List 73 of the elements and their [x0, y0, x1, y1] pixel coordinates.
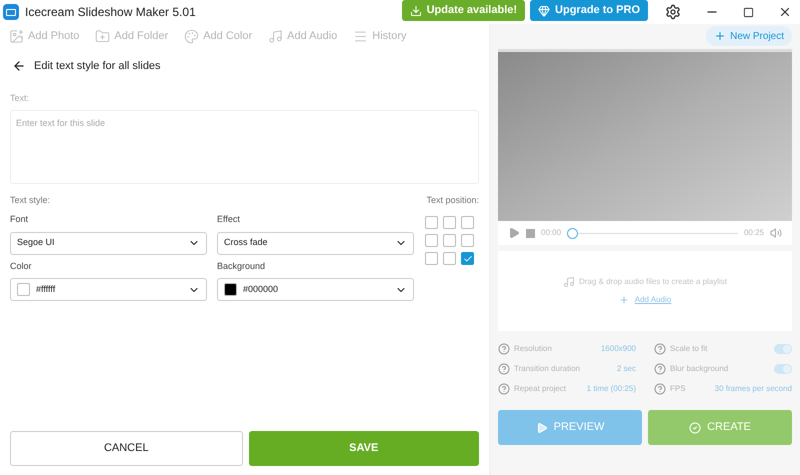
toggle-switch[interactable] — [774, 344, 792, 354]
cancel-button[interactable]: CANCEL — [10, 431, 242, 466]
upgrade-button[interactable]: Upgrade to PRO — [530, 0, 648, 21]
audio-drop-hint: Drag & drop audio files to create a playlist — [578, 276, 728, 288]
dropdown[interactable]: Segoe UI — [10, 232, 207, 254]
new-project-button[interactable]: New Project — [706, 26, 792, 46]
setting-label: Repeat project — [514, 382, 568, 394]
setting-label: Blur background — [670, 362, 730, 374]
field-label: Background — [217, 260, 266, 273]
text-label: Text: — [10, 92, 30, 105]
stop-icon[interactable] — [526, 228, 535, 238]
setting-value[interactable]: 1 time (00:25) — [586, 382, 636, 394]
position-checkbox[interactable] — [461, 252, 474, 265]
position-checkbox[interactable] — [443, 216, 456, 229]
position-checkbox[interactable] — [425, 234, 438, 247]
seek-thumb[interactable] — [567, 228, 578, 238]
plus-icon — [618, 295, 629, 305]
page-title: Edit text style for all slides — [34, 58, 161, 74]
field-label: Font — [10, 213, 30, 226]
back-arrow-icon[interactable] — [12, 59, 26, 73]
setting-label: FPS — [670, 382, 687, 394]
position-checkbox[interactable] — [425, 216, 438, 229]
check-circle-icon — [689, 422, 702, 434]
position-checkbox[interactable] — [443, 234, 456, 247]
dropdown[interactable]: #000000 — [217, 278, 414, 301]
seek-track[interactable] — [567, 228, 738, 238]
menu-icon — [353, 28, 368, 44]
setting-value[interactable]: 30 frames per second — [714, 382, 792, 394]
toggle-switch[interactable] — [774, 364, 792, 374]
plus-icon — [714, 30, 726, 42]
setting-label: Scale to fit — [670, 342, 708, 354]
play-icon — [536, 422, 548, 434]
save-button[interactable]: SAVE — [248, 431, 479, 466]
text-position-label: Text position: — [426, 194, 479, 207]
setting-value[interactable]: 1600x900 — [600, 342, 636, 354]
settings-icon[interactable] — [665, 4, 681, 20]
help-icon[interactable] — [498, 362, 510, 374]
update-button[interactable]: Update available! — [402, 0, 526, 21]
text-style-label: Text style: — [10, 194, 52, 207]
app-logo-icon — [3, 4, 19, 20]
dropdown[interactable]: Cross fade — [217, 232, 414, 254]
add-audio-link[interactable]: Add Audio — [618, 294, 672, 306]
current-time: 00:00 — [541, 227, 562, 239]
help-icon[interactable] — [498, 342, 510, 354]
help-icon[interactable] — [654, 362, 666, 374]
help-icon[interactable] — [654, 382, 666, 394]
text-input-field[interactable]: Enter text for this slide — [10, 110, 479, 184]
setting-value[interactable]: 2 sec — [616, 362, 636, 374]
download-icon — [410, 4, 422, 16]
field-label: Color — [10, 260, 33, 272]
dropdown[interactable]: #ffffff — [10, 278, 207, 301]
field-label: Effect — [217, 213, 241, 226]
setting-label: Transition duration — [514, 362, 581, 374]
position-checkbox[interactable] — [443, 252, 456, 265]
palette-icon — [184, 28, 200, 44]
folder-plus-icon — [95, 28, 110, 44]
play-icon[interactable] — [508, 227, 520, 239]
position-checkbox[interactable] — [425, 252, 438, 265]
music-note-icon — [562, 276, 575, 288]
help-icon[interactable] — [498, 382, 510, 394]
setting-label: Resolution — [514, 342, 553, 354]
help-icon[interactable] — [654, 342, 666, 354]
position-checkbox[interactable] — [461, 234, 474, 247]
total-time: 00:25 — [744, 227, 764, 239]
image-plus-icon — [9, 28, 24, 44]
window-title: Icecream Slideshow Maker 5.01 — [25, 4, 196, 21]
diamond-icon — [538, 4, 550, 16]
position-checkbox[interactable] — [461, 216, 474, 229]
check-icon — [462, 254, 472, 264]
maximize-icon[interactable] — [743, 6, 754, 18]
volume-icon[interactable] — [770, 227, 782, 239]
close-icon[interactable] — [778, 5, 792, 19]
music-note-icon — [268, 28, 284, 44]
